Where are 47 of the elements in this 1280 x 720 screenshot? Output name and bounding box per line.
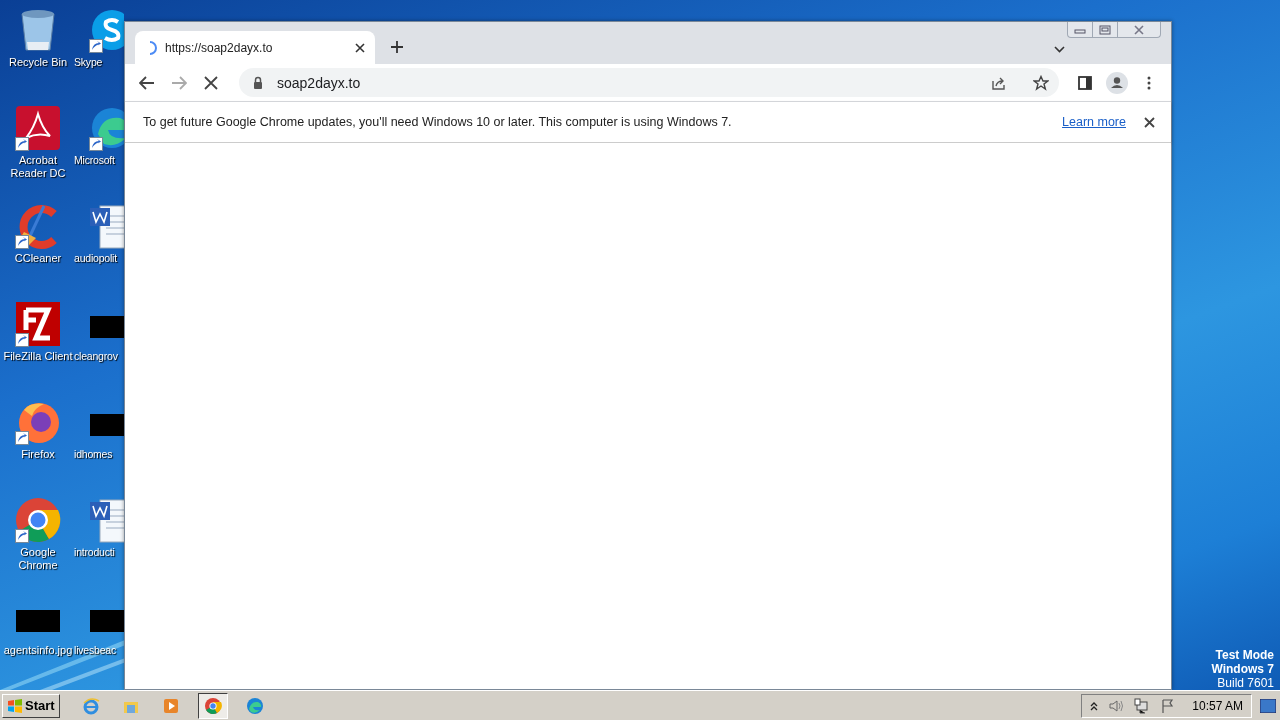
infobar-message: To get future Google Chrome updates, you'll need Windows 10 or later. This computer is using Windows 7. [143, 115, 732, 129]
shortcut-arrow-icon [89, 39, 103, 53]
close-icon[interactable] [1144, 116, 1155, 128]
browser-tab[interactable]: https://soap2dayx.to [135, 31, 375, 64]
chrome-icon [14, 496, 62, 544]
menu-icon[interactable] [1147, 75, 1151, 90]
show-hidden-icons-icon[interactable] [1090, 700, 1099, 711]
desktop-icon[interactable]: livesbeac [74, 594, 124, 657]
shortcut-arrow-icon [15, 529, 29, 543]
maximize-icon[interactable] [1099, 24, 1111, 35]
shortcut-arrow-icon [15, 431, 29, 445]
stop-icon[interactable] [204, 75, 218, 90]
address-bar[interactable]: soap2dayx.to [239, 68, 1059, 97]
os-notice-text: Build 7601 [1217, 676, 1274, 690]
start-button[interactable]: Start [2, 693, 60, 718]
side-panel-icon[interactable] [1078, 75, 1092, 90]
tab-title: https://soap2dayx.to [165, 40, 274, 55]
chevron-down-icon[interactable] [1054, 46, 1065, 53]
loading-spinner-icon [149, 40, 157, 55]
acrobat-icon [14, 104, 62, 152]
os-notice-text: Windows 7 [1211, 662, 1274, 676]
profile-icon[interactable] [1106, 71, 1128, 94]
taskbar-app-button[interactable] [197, 692, 228, 719]
shortcut-arrow-icon [15, 235, 29, 249]
network-icon[interactable] [1134, 697, 1151, 714]
url-text: soap2dayx.to [277, 74, 361, 91]
desktop-icon[interactable]: idhomes [74, 398, 124, 461]
show-desktop-icon[interactable] [1260, 698, 1276, 713]
windows-logo-icon [7, 698, 23, 713]
desktop-icon[interactable]: cleangrov [74, 300, 124, 363]
shortcut-arrow-icon [15, 333, 29, 347]
star-icon[interactable] [1033, 74, 1049, 91]
close-icon[interactable] [355, 42, 365, 53]
shortcut-arrow-icon [15, 137, 29, 151]
back-icon[interactable] [139, 75, 155, 90]
learn-more-link[interactable]: Learn more [1062, 115, 1126, 129]
chrome-icon [203, 696, 222, 715]
edge-icon [245, 696, 264, 715]
shortcut-arrow-icon [89, 137, 103, 151]
lock-icon [253, 76, 263, 89]
new-tab-icon[interactable] [391, 41, 403, 53]
clock-text[interactable]: 10:57 AM [1192, 698, 1243, 713]
os-notice-text: Test Mode [1215, 648, 1274, 662]
media-player-icon [161, 696, 180, 715]
internet-explorer-icon [81, 696, 100, 715]
filezilla-icon [14, 300, 62, 348]
desktop-icon[interactable]: Acrobat Reader DC [0, 104, 76, 180]
